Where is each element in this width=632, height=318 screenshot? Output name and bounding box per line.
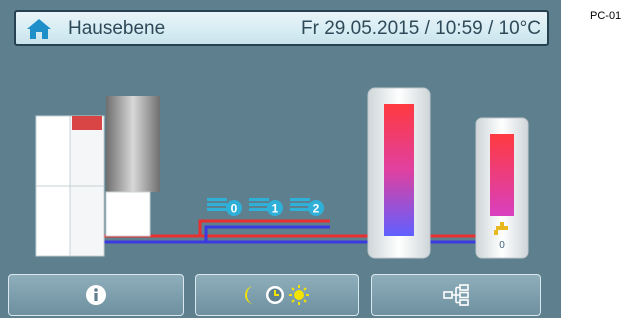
radiator-icon <box>290 198 310 211</box>
dhw-value: 0 <box>499 240 505 251</box>
info-icon <box>86 285 106 305</box>
radiator-icon <box>249 198 269 211</box>
moon-clock-sun-icon <box>245 285 309 305</box>
radiator-icon <box>207 198 227 211</box>
heating-circuit-1[interactable]: 1 <box>249 198 283 216</box>
footer-bar <box>0 270 561 318</box>
home-icon[interactable] <box>26 18 52 40</box>
display-screen: Hausebene Fr 29.05.2015 / 10:59 / 10°C 0… <box>0 0 561 318</box>
buffer-tank[interactable] <box>367 87 431 259</box>
hierarchy-icon <box>443 284 469 306</box>
dhw-tank[interactable]: 0 <box>475 117 529 259</box>
circuit-number: 2 <box>313 202 320 216</box>
heating-circuit-0[interactable]: 0 <box>207 198 242 216</box>
time-program-button[interactable] <box>195 274 359 316</box>
system-diagram: 0 1 2 0 <box>35 87 529 259</box>
system-overview-button[interactable] <box>371 274 541 316</box>
heating-circuit-2[interactable]: 2 <box>290 198 324 216</box>
page-title: Hausebene <box>68 18 166 39</box>
date-time-temperature: Fr 29.05.2015 / 10:59 / 10°C <box>301 18 541 39</box>
circuit-number: 1 <box>272 202 279 216</box>
circuit-number: 0 <box>231 202 238 216</box>
info-button[interactable] <box>8 274 184 316</box>
page-id: PC-01 <box>590 10 622 22</box>
boiler-unit[interactable] <box>35 96 160 257</box>
header-bar: Hausebene Fr 29.05.2015 / 10:59 / 10°C <box>14 10 549 46</box>
